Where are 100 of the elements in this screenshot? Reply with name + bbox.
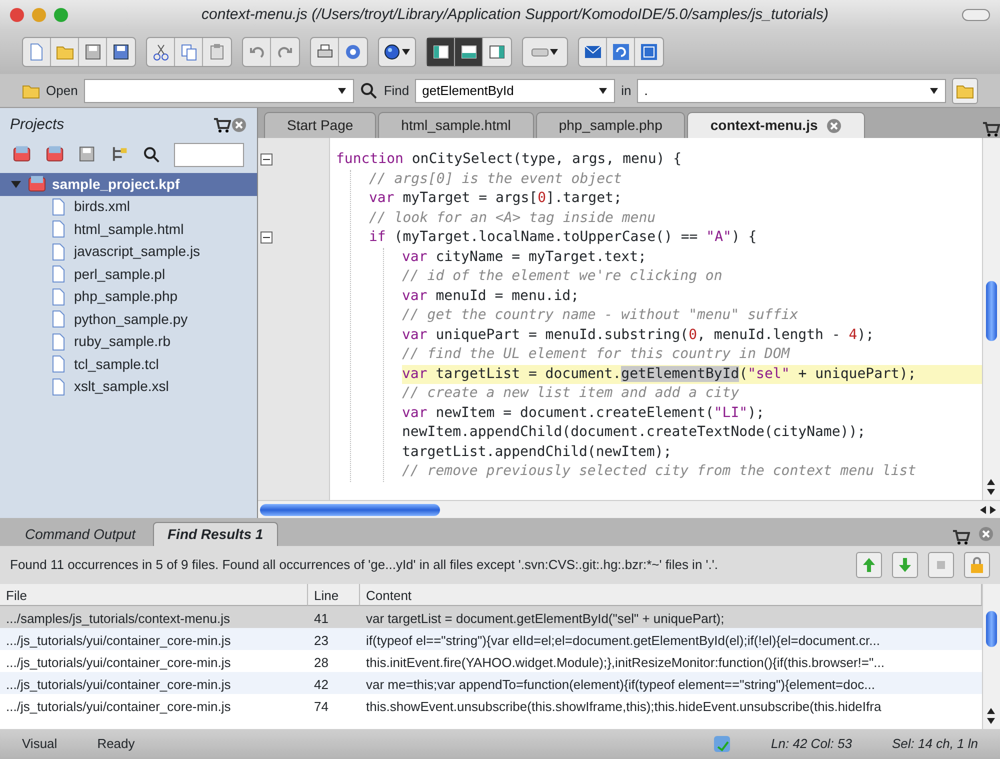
scroll-up-arrow-icon[interactable] (986, 706, 996, 716)
in-label: in (621, 82, 632, 100)
tree-item[interactable]: ruby_sample.rb (0, 330, 257, 353)
file-cell[interactable]: .../js_tutorials/yui/container_core-min.js (0, 694, 308, 716)
scroll-left-arrow-icon[interactable] (978, 504, 988, 514)
left-pane-toggle[interactable] (427, 38, 455, 66)
panel-tab[interactable]: Find Results 1 (152, 522, 278, 546)
code-line: function onCitySelect(type, args, menu) { (336, 150, 683, 169)
file-cell[interactable]: .../js_tutorials/yui/container_core-min.js (0, 672, 308, 694)
horizontal-scrollbar[interactable] (258, 500, 1000, 518)
help-icon (344, 43, 362, 61)
content-cell-text: this.showEvent.unsubscribe(this.showIframe,this);this.hideEvent.unsubscribe(this.hideIfra (365, 698, 882, 716)
stop-button[interactable] (928, 552, 954, 578)
panel-tab[interactable]: Command Output (10, 522, 150, 546)
lock-button[interactable] (964, 552, 990, 578)
tree-item[interactable]: php_sample.php (0, 286, 257, 308)
scrollbar-thumb[interactable] (260, 504, 440, 516)
file-cell[interactable]: .../js_tutorials/yui/container_core-min.js (0, 628, 308, 650)
tree-item[interactable]: sample_project.kpf (0, 173, 257, 196)
tree-item[interactable]: xslt_sample.xsl (0, 376, 257, 398)
mail-icon (584, 43, 602, 61)
new-file-icon (28, 43, 46, 61)
close-button[interactable] (10, 8, 24, 22)
window-title: context-menu.js (/Users/troyt/Library/Application Support/KomodoIDE/5.0/samples/js_tutorials) (200, 4, 830, 25)
editor-tab[interactable]: context-menu.js (687, 112, 865, 138)
code-line: var myTarget = args[0].target; (369, 189, 623, 208)
code-line: newItem.appendChild(document.createTextNode(cityName)); (402, 423, 867, 442)
close-icon[interactable] (231, 117, 247, 134)
browse-folder-button[interactable] (952, 78, 978, 104)
scrollbar-thumb[interactable] (986, 611, 997, 647)
tree-item[interactable]: tcl_sample.tcl (0, 353, 257, 376)
file-cell[interactable]: .../js_tutorials/yui/container_core-min.js (0, 650, 308, 672)
content-cell: var targetList = document.getElementById("sel" + uniquePart); (360, 606, 982, 628)
code-line: // args[0] is the event object (369, 170, 623, 188)
line-cell-text: 74 (313, 698, 330, 716)
globe-icon (383, 43, 401, 61)
status-check-icon[interactable] (713, 735, 732, 753)
paste-icon (208, 43, 226, 61)
scroll-down-arrow-icon[interactable] (986, 487, 996, 497)
code-line: // get the country name - without "menu" suffix (402, 306, 800, 325)
copy-icon (180, 43, 198, 61)
column-header[interactable]: Line (308, 584, 360, 606)
find-label: Find (384, 82, 410, 100)
left-pane-icon (432, 43, 450, 61)
editor-tab[interactable]: php_sample.php (536, 112, 686, 138)
scroll-right-arrow-icon[interactable] (988, 504, 998, 514)
fold-marker-icon[interactable] (260, 231, 273, 244)
disclosure-triangle-icon[interactable] (10, 178, 22, 190)
code-line: var uniquePart = menuId.substring(0, menuId.length - 4); (402, 326, 876, 344)
cart-icon (982, 120, 1000, 138)
code-line: targetList.appendChild(newItem); (402, 442, 673, 462)
code-line: // create a new list item and add a city (402, 384, 740, 403)
editor-tab[interactable]: Start Page (264, 112, 376, 138)
caret-icon (549, 47, 559, 57)
status-mode: Visual (22, 735, 58, 754)
toolbar-toggle-button[interactable] (962, 9, 990, 21)
line-cell: 42 (308, 672, 360, 694)
tree-item[interactable]: python_sample.py (0, 308, 257, 330)
caret-icon (401, 47, 411, 57)
code-line: // remove previously selected city from the context menu list (402, 462, 918, 481)
file-cell[interactable]: .../samples/js_tutorials/context-menu.js (0, 606, 308, 628)
new-project-icon[interactable] (13, 144, 33, 164)
panel-title: Projects (10, 115, 66, 135)
open-label: Open (46, 82, 78, 100)
vertical-scrollbar[interactable] (982, 138, 1000, 500)
next-result-button[interactable] (892, 552, 918, 578)
line-cell-text: 28 (313, 654, 330, 672)
bottom-pane-icon (460, 43, 478, 61)
results-message: Found 11 occurrences in 5 of 9 files. Found all occurrences of 'ge...yId' in all files except '.svn:CVS:.git:.hg:.bzr:*~' files in '.'. (10, 556, 719, 574)
save-all-icon (112, 43, 130, 61)
scroll-down-arrow-icon[interactable] (986, 716, 996, 726)
content-cell-text: this.initEvent.fire(YAHOO.widget.Module);},initResizeMonitor:function(){if(this.browser!="... (365, 654, 886, 672)
close-icon[interactable] (978, 526, 994, 542)
vertical-scrollbar[interactable] (982, 584, 1000, 729)
scroll-up-arrow-icon[interactable] (986, 477, 996, 487)
cursor-position: Ln: 42 Col: 53 (771, 735, 852, 754)
find-icon (360, 82, 378, 100)
close-icon[interactable] (826, 118, 842, 134)
cart-icon (213, 116, 231, 134)
code-line: var newItem = document.createElement("LI"); (402, 404, 766, 422)
content-cell: if(typeof el=="string"){var elId=el;el=document.getElementById(el);if(!el){el=document.cr... (360, 628, 982, 650)
scrollbar-thumb[interactable] (986, 281, 997, 341)
fold-marker-icon[interactable] (260, 153, 273, 166)
right-pane-icon (488, 43, 506, 61)
bottom-pane-toggle[interactable] (455, 38, 483, 66)
editor-tab[interactable]: html_sample.html (378, 112, 534, 138)
tree-item[interactable]: perl_sample.pl (0, 263, 257, 286)
tree-item[interactable]: html_sample.html (0, 218, 257, 240)
previous-result-button[interactable] (856, 552, 882, 578)
column-header[interactable]: File (0, 584, 308, 606)
code-line: if (myTarget.localName.toUpperCase() == "A") { (369, 228, 758, 247)
grid-icon (640, 43, 658, 61)
save-icon (84, 43, 102, 61)
filter-field[interactable] (174, 142, 244, 166)
column-header[interactable]: Content (360, 584, 982, 606)
line-cell: 23 (308, 628, 360, 650)
tree-item[interactable]: birds.xml (0, 196, 257, 218)
open-project-icon[interactable] (46, 144, 66, 164)
next-result-icon (896, 556, 914, 574)
tree-item[interactable]: javascript_sample.js (0, 240, 257, 263)
